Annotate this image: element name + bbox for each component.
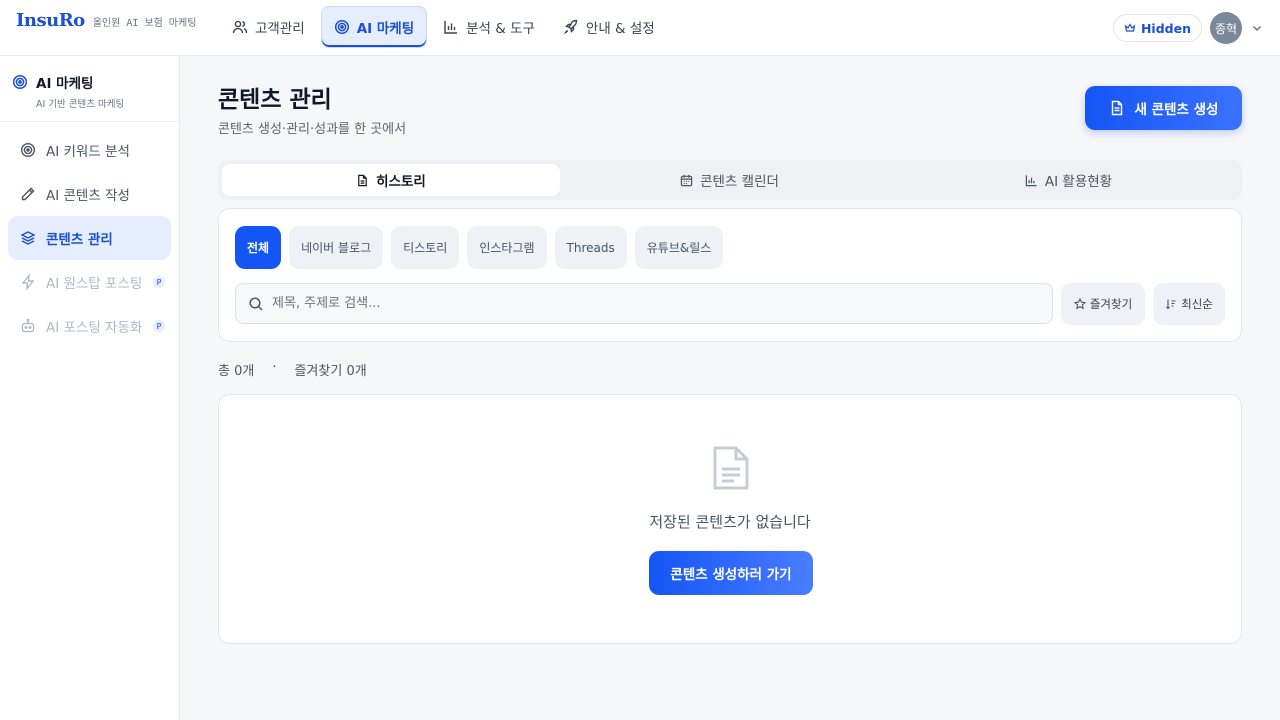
chip-threads[interactable]: Threads <box>554 226 627 269</box>
page-title: 콘텐츠 관리 <box>218 87 332 113</box>
users-icon <box>232 20 248 34</box>
target-icon <box>12 74 28 90</box>
topnav-settings-label: 안내 & 설정 <box>585 21 655 37</box>
search-box[interactable] <box>235 283 1053 324</box>
brand-logo[interactable]: InsuRo <box>16 10 85 31</box>
tab-history[interactable]: 히스토리 <box>222 164 560 196</box>
user-area: Hidden 종혁 <box>1112 12 1264 44</box>
favorites-count: 즐겨찾기 0개 <box>294 364 367 379</box>
pro-badge: P <box>153 276 165 288</box>
star-icon <box>1073 298 1086 310</box>
pro-badge: P <box>153 320 165 332</box>
target-icon <box>20 142 36 158</box>
sidebar-subtitle: AI 기반 콘텐츠 마케팅 <box>36 99 125 110</box>
favorites-filter-button[interactable]: 즐겨찾기 <box>1061 283 1145 325</box>
chevron-down-icon[interactable] <box>1250 21 1264 35</box>
new-content-button[interactable]: 새 콘텐츠 생성 <box>1085 86 1242 130</box>
chip-tistory[interactable]: 티스토리 <box>391 226 460 269</box>
sidebar: AI 마케팅 AI 기반 콘텐츠 마케팅 AI 키워드 분석 AI 콘텐츠 작성… <box>0 56 180 720</box>
bar-chart-icon <box>1025 174 1037 186</box>
content-tabs: 히스토리 콘텐츠 캘린더 AI 활용현황 <box>218 160 1242 200</box>
sidebar-item-label: AI 콘텐츠 작성 <box>46 188 130 204</box>
layers-icon <box>20 231 36 245</box>
tab-ai-usage[interactable]: AI 활용현황 <box>899 164 1238 196</box>
sidebar-item-label: AI 포스팅 자동화 <box>46 320 143 336</box>
sidebar-menu: AI 키워드 분석 AI 콘텐츠 작성 콘텐츠 관리 AI 원스탑 포스팅 P … <box>0 122 179 354</box>
document-icon <box>713 446 749 490</box>
topnav-analysis[interactable]: 분석 & 도구 <box>431 6 547 48</box>
crown-icon <box>1124 23 1136 32</box>
sort-button[interactable]: 최신순 <box>1153 283 1225 325</box>
plan-badge-label: Hidden <box>1140 20 1191 36</box>
sidebar-item-label: AI 원스탑 포스팅 <box>46 276 143 292</box>
top-bar: InsuRo 올인원 AI 보험 마케팅 고객관리 AI 마케팅 분석 & 도구… <box>0 0 1280 56</box>
chip-all[interactable]: 전체 <box>235 226 282 269</box>
rocket-icon <box>563 19 578 35</box>
platform-filter-chips: 전체 네이버 블로그 티스토리 인스타그램 Threads 유튜브&릴스 <box>235 226 724 269</box>
empty-state: 저장된 콘텐츠가 없습니다 콘텐츠 생성하러 가기 <box>218 394 1242 644</box>
sidebar-header: AI 마케팅 AI 기반 콘텐츠 마케팅 <box>0 56 179 122</box>
page-subtitle: 콘텐츠 생성·관리·성과를 한 곳에서 <box>218 122 407 137</box>
sidebar-item-content-writing[interactable]: AI 콘텐츠 작성 <box>8 172 171 216</box>
target-icon <box>334 19 349 35</box>
plan-badge[interactable]: Hidden <box>1112 14 1202 42</box>
search-icon <box>249 296 263 311</box>
topnav-analysis-label: 분석 & 도구 <box>466 21 535 37</box>
content-counts: 총 0개 · 즐겨찾기 0개 <box>218 360 367 379</box>
topnav-customers-label: 고객관리 <box>255 21 305 37</box>
sidebar-title: AI 마케팅 <box>12 72 167 92</box>
topnav-customers[interactable]: 고객관리 <box>220 6 317 48</box>
bot-icon <box>21 318 35 333</box>
lightning-icon <box>21 274 35 290</box>
avatar[interactable]: 종혁 <box>1210 12 1242 44</box>
bar-chart-icon <box>444 21 458 34</box>
new-content-button-label: 새 콘텐츠 생성 <box>1134 102 1219 118</box>
brand-tagline: 올인원 AI 보험 마케팅 <box>92 18 197 29</box>
sort-icon <box>1166 299 1176 310</box>
empty-message: 저장된 콘텐츠가 없습니다 <box>649 513 811 531</box>
chip-naver-blog[interactable]: 네이버 블로그 <box>289 226 384 269</box>
favorites-filter-label: 즐겨찾기 <box>1089 297 1133 311</box>
sidebar-item-label: AI 키워드 분석 <box>46 144 130 160</box>
tab-content-calendar[interactable]: 콘텐츠 캘린더 <box>560 164 899 196</box>
filter-panel: 전체 네이버 블로그 티스토리 인스타그램 Threads 유튜브&릴스 즐겨찾… <box>218 208 1242 342</box>
create-content-button[interactable]: 콘텐츠 생성하러 가기 <box>649 551 813 595</box>
brand[interactable]: InsuRo 올인원 AI 보험 마케팅 <box>16 10 196 31</box>
search-input[interactable] <box>272 296 1032 311</box>
top-nav: 고객관리 AI 마케팅 분석 & 도구 안내 & 설정 <box>220 6 667 48</box>
topnav-ai-marketing[interactable]: AI 마케팅 <box>320 6 428 48</box>
tab-history-label: 히스토리 <box>376 174 426 190</box>
chip-youtube-reels[interactable]: 유튜브&릴스 <box>634 226 724 269</box>
file-icon <box>358 174 367 186</box>
count-separator: · <box>272 360 277 375</box>
total-count: 총 0개 <box>218 364 255 379</box>
file-icon <box>1111 100 1122 116</box>
pencil-icon <box>21 187 35 201</box>
sidebar-item-posting-automation[interactable]: AI 포스팅 자동화 P <box>8 304 171 348</box>
sidebar-title-label: AI 마케팅 <box>36 76 94 92</box>
sidebar-item-keyword-analysis[interactable]: AI 키워드 분석 <box>8 128 171 172</box>
topnav-ai-marketing-label: AI 마케팅 <box>356 21 415 37</box>
tab-content-calendar-label: 콘텐츠 캘린더 <box>700 174 779 190</box>
sidebar-item-label: 콘텐츠 관리 <box>46 232 113 248</box>
calendar-icon <box>680 174 693 186</box>
tab-ai-usage-label: AI 활용현황 <box>1044 174 1113 190</box>
chip-instagram[interactable]: 인스타그램 <box>467 226 547 269</box>
sidebar-item-onestop-posting[interactable]: AI 원스탑 포스팅 P <box>8 260 171 304</box>
sidebar-item-content-management[interactable]: 콘텐츠 관리 <box>8 216 171 260</box>
topnav-settings[interactable]: 안내 & 설정 <box>551 6 667 48</box>
sort-label: 최신순 <box>1181 297 1213 311</box>
